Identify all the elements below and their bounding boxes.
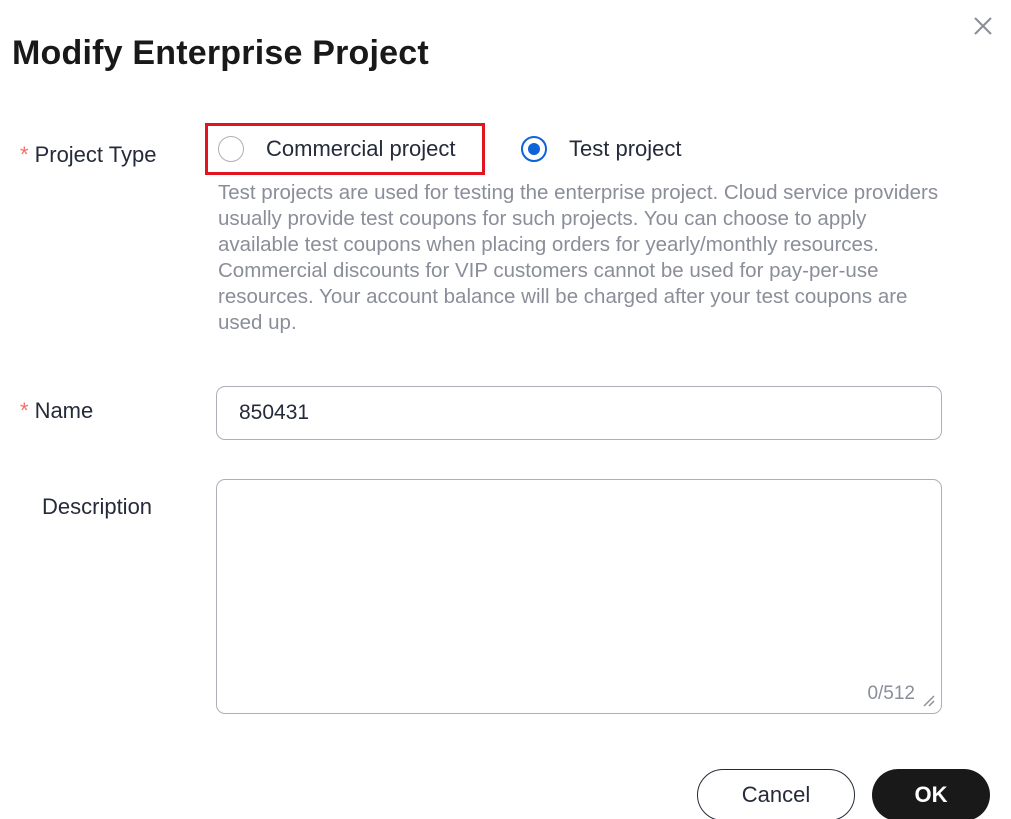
radio-commercial-label: Commercial project xyxy=(266,136,456,161)
radio-checked-icon[interactable] xyxy=(521,136,547,162)
required-star: * xyxy=(20,398,29,423)
name-input[interactable] xyxy=(216,386,942,440)
description-textarea[interactable] xyxy=(217,480,941,713)
cancel-button[interactable]: Cancel xyxy=(697,769,855,819)
modify-enterprise-project-dialog: Modify Enterprise Project * Project Type … xyxy=(0,0,1011,819)
dialog-title: Modify Enterprise Project xyxy=(12,34,429,72)
resize-handle-icon[interactable] xyxy=(921,693,935,707)
project-type-label-text: Project Type xyxy=(34,142,157,167)
radio-test-label: Test project xyxy=(569,136,682,161)
project-type-label: * Project Type xyxy=(20,142,156,168)
radio-test-project[interactable]: Test project xyxy=(521,123,682,175)
ok-button[interactable]: OK xyxy=(872,769,990,819)
name-label-text: Name xyxy=(34,398,94,423)
radio-unchecked-icon[interactable] xyxy=(218,136,244,162)
name-label: * Name xyxy=(20,398,93,424)
description-label: Description xyxy=(42,494,153,519)
description-char-count: 0/512 xyxy=(867,683,915,704)
description-field[interactable]: 0/512 xyxy=(216,479,942,714)
close-icon[interactable] xyxy=(969,12,997,40)
radio-commercial-project[interactable]: Commercial project xyxy=(205,123,485,175)
required-star: * xyxy=(20,142,29,167)
project-type-help-text: Test projects are used for testing the e… xyxy=(218,181,939,334)
project-type-radio-group: Commercial project Test project xyxy=(205,123,682,175)
